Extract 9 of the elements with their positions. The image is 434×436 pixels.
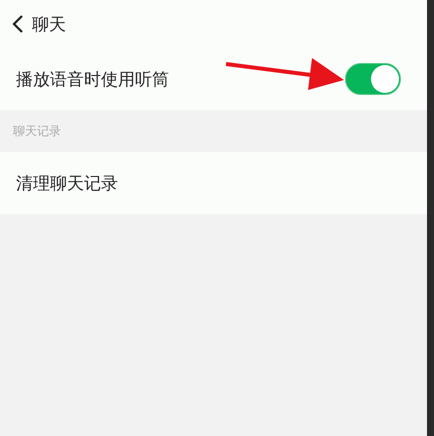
back-button[interactable]	[12, 14, 24, 34]
section-heading: 聊天记录	[13, 122, 61, 140]
setting-label: 清理聊天记录	[16, 172, 118, 194]
toggle-switch[interactable]	[345, 63, 401, 95]
setting-label: 播放语音时使用听筒	[16, 68, 169, 90]
page-title: 聊天	[32, 14, 66, 36]
settings-row[interactable]: 播放语音时使用听筒	[0, 48, 427, 110]
back-icon	[12, 14, 24, 34]
settings-row[interactable]: 清理聊天记录	[0, 152, 427, 214]
